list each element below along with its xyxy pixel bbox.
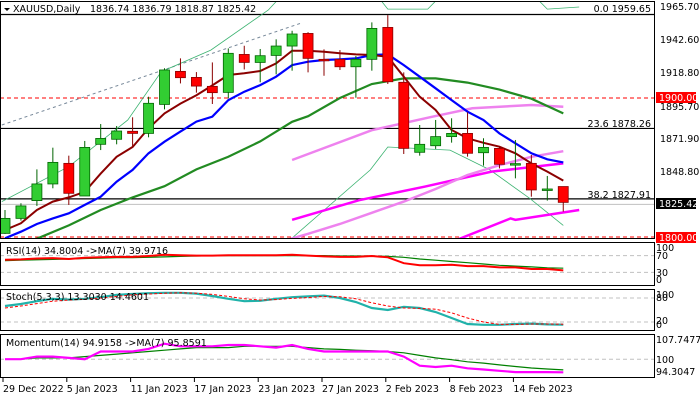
candle-body [270, 45, 282, 56]
time-label: 11 Jan 2023 [131, 384, 188, 395]
candle-body [494, 147, 505, 165]
price-tick: 1965.70 [660, 2, 699, 13]
candle-body [95, 138, 107, 145]
trading-chart[interactable]: XAUUSD,Daily 1836.74 1836.79 1818.87 182… [0, 0, 700, 400]
rsi-axis: 100 70 30 0 [656, 243, 674, 286]
candle [398, 72, 410, 154]
time-label: 8 Feb 2023 [450, 384, 503, 395]
stoch-label: Stoch(5,3,3) 13.3030 14.4601 [6, 292, 149, 303]
time-label: 23 Jan 2023 [258, 384, 315, 395]
rsi-label: RSI(14) 34.8004 ->MA(7) 39.9716 [6, 246, 168, 257]
momentum-tick: 107.7477 [656, 335, 700, 346]
candle-body [302, 33, 314, 59]
candle-body [63, 162, 75, 194]
symbol-label: XAUUSD,Daily [13, 4, 81, 15]
candle-body [254, 55, 266, 63]
candle-body [175, 70, 186, 79]
candle-body [478, 146, 489, 154]
main-panel[interactable] [0, 1, 655, 239]
fib-23-6-label: 23.6 1878.26 [588, 119, 651, 130]
time-label: 5 Jan 2023 [67, 384, 118, 395]
candle-body [238, 54, 250, 63]
candle-body [382, 27, 394, 83]
current-price-badge-text: 1825.42 [659, 199, 698, 210]
rsi-tick: 70 [656, 251, 668, 262]
fib-38-2-label: 38.2 1827.91 [588, 190, 651, 201]
candle-body [1, 217, 11, 234]
candle-body [446, 132, 458, 138]
candle-body [222, 52, 234, 93]
stoch-axis: 100 80 20 0 [656, 290, 674, 331]
time-label: 27 Jan 2023 [322, 384, 379, 395]
candle-body [334, 58, 346, 68]
candle-body [318, 58, 330, 62]
time-axis[interactable]: 29 Dec 2022 5 Jan 2023 11 Jan 2023 17 Jan 2… [2, 378, 573, 395]
momentum-label: Momentum(14) 94.9158 ->MA(7) 95.8591 [6, 338, 207, 349]
candle-body [15, 205, 27, 219]
fib-0-label: 0.0 1959.65 [594, 4, 651, 15]
candle-body [47, 161, 59, 185]
price-axis[interactable]: 1965.70 1942.60 1918.80 1895.70 1871.90 … [656, 2, 699, 244]
price-tick: 1942.60 [660, 35, 699, 46]
candle-body [462, 132, 473, 154]
time-label: 2 Feb 2023 [386, 384, 439, 395]
price-tick: 1918.80 [660, 68, 699, 79]
level-1900-badge-text: 1900.00 [659, 93, 698, 104]
candle-body [143, 102, 154, 134]
price-tick: 1848.80 [660, 167, 699, 178]
candle-body [159, 69, 170, 105]
momentum-axis: 107.7477 100 94.3047 [656, 335, 700, 378]
candle-body [525, 162, 537, 191]
candle-body [366, 27, 378, 60]
momentum-tick: 94.3047 [656, 367, 695, 378]
time-label: 29 Dec 2022 [3, 384, 64, 395]
candle-body [31, 183, 43, 202]
rsi-tick: 0 [656, 275, 662, 286]
candle-body [509, 163, 521, 166]
time-label: 17 Jan 2023 [194, 384, 251, 395]
ohlc-readout: 1836.74 1836.79 1818.87 1825.42 [90, 4, 256, 15]
candle-body [414, 143, 426, 153]
candle-body [430, 136, 442, 147]
price-tick: 1871.90 [660, 134, 699, 145]
stoch-tick: 80 [656, 293, 668, 304]
momentum-tick: 100 [656, 355, 674, 366]
candle-body [398, 81, 410, 149]
candle-body [79, 146, 91, 197]
candle-body [286, 33, 298, 47]
candle-body [350, 58, 362, 68]
candle [159, 68, 170, 110]
candle-body [541, 188, 553, 191]
stoch-tick: 0 [656, 320, 662, 331]
candle-body [206, 85, 218, 94]
time-label: 14 Feb 2023 [513, 384, 572, 395]
candle [222, 48, 234, 99]
candle-body [190, 77, 202, 87]
candle [79, 140, 91, 197]
candle-body [111, 130, 123, 140]
candle-body [127, 130, 138, 134]
candle-body [557, 186, 569, 203]
candle [15, 203, 27, 221]
